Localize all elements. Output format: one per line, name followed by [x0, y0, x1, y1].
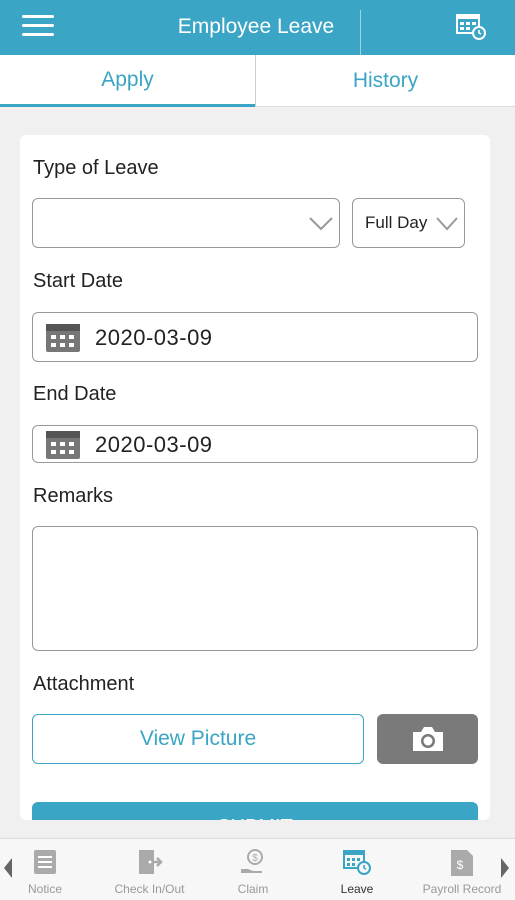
app-header: Employee Leave: [0, 0, 515, 55]
svg-text:$: $: [252, 853, 258, 864]
start-date-label: Start Date: [33, 270, 124, 292]
remarks-label: Remarks: [33, 485, 114, 507]
tab-history[interactable]: History: [255, 55, 515, 107]
camera-button[interactable]: [377, 714, 478, 764]
view-picture-button[interactable]: View Picture: [32, 714, 364, 764]
end-date-label: End Date: [33, 383, 117, 405]
page-title: Employee Leave: [177, 15, 335, 38]
nav-item-notice[interactable]: Notice: [15, 839, 75, 900]
nav-label-claim: Claim: [237, 882, 269, 896]
bottom-nav: Notice Check In/Out $ Claim Leave $ Payr…: [0, 838, 515, 900]
payroll-record-icon: $: [451, 850, 473, 876]
calendar-icon: [46, 324, 80, 352]
leave-icon: [343, 850, 371, 875]
start-date-value: 2020-03-09: [95, 325, 213, 350]
submit-button[interactable]: SUBMIT: [32, 802, 478, 820]
tab-bar: Apply History: [0, 55, 515, 107]
calendar-icon: [46, 431, 80, 459]
nav-item-leave[interactable]: Leave: [326, 839, 388, 900]
chevron-right-icon[interactable]: [500, 857, 510, 879]
nav-label-notice: Notice: [27, 882, 62, 896]
type-of-leave-label: Type of Leave: [33, 157, 159, 179]
chevron-left-icon[interactable]: [3, 857, 13, 879]
nav-item-check-in-out[interactable]: Check In/Out: [102, 839, 197, 900]
claim-icon: $: [241, 849, 263, 873]
nav-label-check-in-out: Check In/Out: [114, 882, 185, 896]
nav-label-leave: Leave: [340, 882, 374, 896]
check-in-out-icon: [138, 850, 163, 874]
end-date-value: 2020-03-09: [95, 432, 213, 457]
calendar-clock-icon[interactable]: [455, 12, 487, 42]
chevron-down-icon: [309, 217, 333, 231]
camera-icon: [412, 727, 443, 751]
remarks-input[interactable]: [32, 526, 478, 651]
tab-apply[interactable]: Apply: [0, 55, 255, 107]
leave-form-card: Type of Leave Full Day Start Date 2020-0…: [20, 135, 490, 820]
leave-type-select[interactable]: [32, 198, 340, 248]
nav-item-claim[interactable]: $ Claim: [222, 839, 284, 900]
svg-text:$: $: [457, 858, 464, 872]
nav-item-payroll-record[interactable]: $ Payroll Record: [414, 839, 510, 900]
chevron-down-icon: [436, 217, 458, 231]
attachment-label: Attachment: [33, 673, 135, 695]
duration-select[interactable]: Full Day: [352, 198, 465, 248]
notice-icon: [34, 850, 56, 874]
start-date-field[interactable]: 2020-03-09: [32, 312, 478, 362]
duration-value: Full Day: [365, 213, 428, 232]
nav-label-payroll-record: Payroll Record: [422, 882, 502, 896]
end-date-field[interactable]: 2020-03-09: [32, 425, 478, 463]
header-divider: [360, 10, 361, 55]
